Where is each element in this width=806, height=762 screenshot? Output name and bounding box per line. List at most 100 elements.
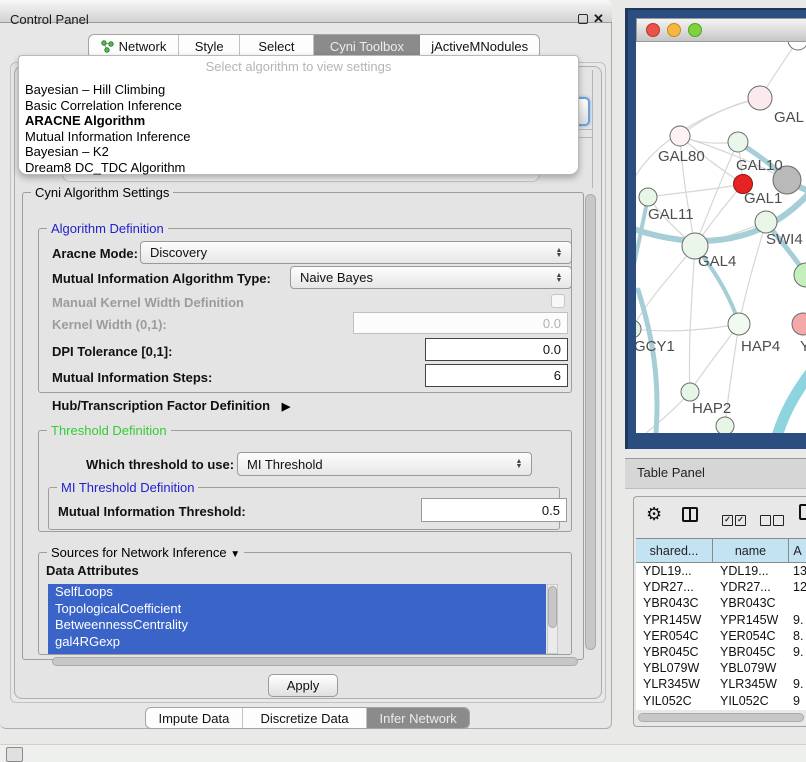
list-item[interactable]: TopologicalCoefficient (48, 601, 546, 618)
table-cell[interactable]: YBR045C (713, 644, 789, 660)
node-bright-green[interactable] (794, 263, 806, 287)
node-partial-top[interactable] (788, 42, 806, 50)
node-partial-bottom[interactable] (716, 417, 734, 433)
table-cell[interactable] (789, 595, 806, 611)
zoom-traffic-light-icon[interactable] (688, 23, 702, 37)
table-cell[interactable]: 9. (789, 676, 806, 692)
aracne-mode-combo[interactable]: Discovery ▲▼ (140, 241, 572, 264)
table-cell[interactable]: YDL19... (713, 563, 789, 579)
table-cell[interactable]: YIL052C (636, 693, 713, 709)
dropdown-item[interactable]: Dream8 DC_TDC Algorithm (23, 160, 573, 176)
sources-title-label: Sources for Network Inference (51, 545, 227, 560)
dropdown-item[interactable]: Basic Correlation Inference (23, 98, 573, 114)
column-header-name[interactable]: name (713, 538, 789, 563)
apply-button[interactable]: Apply (268, 674, 338, 697)
node-label: GAL (774, 109, 804, 126)
tab-impute-data[interactable]: Impute Data (146, 708, 243, 728)
network-icon (101, 40, 114, 53)
combo-spinner-icon: ▲▼ (511, 459, 531, 469)
sources-title[interactable]: Sources for Network Inference ▼ (47, 545, 244, 560)
settings-vertical-scrollbar[interactable] (585, 194, 596, 650)
network-graph: GAL GAL80 GAL10 GAL1 GAL11 SWI4 GAL4 GCY… (636, 42, 806, 433)
node-pink[interactable] (748, 86, 772, 110)
table-cell[interactable]: 12 (789, 579, 806, 595)
node-gal10[interactable] (728, 132, 748, 152)
control-panel-titlebar (0, 0, 612, 23)
dropdown-item[interactable]: Bayesian – K2 (23, 144, 573, 160)
node-salmon[interactable] (792, 313, 806, 335)
node-hap4[interactable] (728, 313, 750, 335)
table-cell[interactable]: YER054C (713, 628, 789, 644)
close-window-icon[interactable]: ✕ (593, 11, 604, 27)
network-canvas[interactable]: GAL GAL80 GAL10 GAL1 GAL11 SWI4 GAL4 GCY… (636, 42, 806, 433)
tab-network-label: Network (119, 39, 167, 54)
table-cell[interactable]: 13 (789, 563, 806, 579)
table-cell[interactable]: YIL052C (713, 693, 789, 709)
dropdown-item[interactable]: Bayesian – Hill Climbing (23, 82, 573, 98)
table-cell[interactable]: YLR345W (636, 676, 713, 692)
mi-threshold-input[interactable]: 0.5 (421, 498, 567, 522)
table-cell[interactable]: YPR145W (636, 612, 713, 628)
node-gal11[interactable] (639, 188, 657, 206)
table-cell[interactable]: 9. (789, 644, 806, 660)
node-swi4[interactable] (755, 211, 777, 233)
table-cell[interactable]: 9. (789, 612, 806, 628)
list-scrollbar-thumb[interactable] (548, 586, 557, 628)
deselect-all-checkboxes-icon[interactable] (760, 509, 784, 527)
node-hap2[interactable] (681, 383, 699, 401)
dpi-tolerance-value: 0.0 (543, 342, 561, 357)
tab-select-label: Select (258, 39, 294, 54)
tab-infer-network[interactable]: Infer Network (367, 708, 469, 728)
table-cell[interactable]: YBR043C (636, 595, 713, 611)
close-traffic-light-icon[interactable] (646, 23, 660, 37)
node-label: HAP4 (741, 338, 780, 355)
tab-discretize-data[interactable]: Discretize Data (243, 708, 367, 728)
mi-threshold-definition-title: MI Threshold Definition (57, 480, 198, 495)
manual-kernel-checkbox[interactable] (551, 294, 565, 308)
table-cell[interactable]: YDR27... (636, 579, 713, 595)
float-window-icon[interactable] (578, 14, 588, 24)
settings-horizontal-scrollbar[interactable] (52, 657, 578, 666)
column-header-partial[interactable]: A (789, 538, 806, 563)
mi-steps-input[interactable]: 6 (425, 364, 568, 387)
table-cell[interactable]: YBR043C (713, 595, 789, 611)
node-label: GCY1 (636, 338, 675, 355)
dropdown-item[interactable]: Mutual Information Inference (23, 129, 573, 145)
split-columns-icon[interactable] (682, 507, 698, 522)
list-item[interactable]: gal4RGexp (48, 634, 546, 651)
manual-kernel-label: Manual Kernel Width Definition (52, 295, 244, 310)
table-cell[interactable]: YBL079W (636, 660, 713, 676)
table-cell[interactable]: 8. (789, 628, 806, 644)
mi-algorithm-type-combo[interactable]: Naive Bayes ▲▼ (290, 266, 572, 289)
table-cell[interactable]: YPR145W (713, 612, 789, 628)
combo-spinner-icon: ▲▼ (551, 273, 571, 283)
minimize-traffic-light-icon[interactable] (667, 23, 681, 37)
gear-icon[interactable]: ⚙ (646, 504, 662, 525)
kernel-width-value: 0.0 (543, 316, 561, 331)
panel-grip-button[interactable] (6, 747, 23, 762)
table-cell[interactable]: YDR27... (713, 579, 789, 595)
hub-definition-expander[interactable]: Hub/Transcription Factor Definition ▶ (52, 398, 290, 413)
new-table-icon[interactable] (799, 504, 806, 520)
node-gal80[interactable] (670, 126, 690, 146)
table-horizontal-scrollbar[interactable] (638, 713, 804, 722)
list-item[interactable]: SelfLoops (48, 584, 546, 601)
node-label: GAL1 (744, 190, 782, 207)
table-cell[interactable]: YBL079W (713, 660, 789, 676)
dropdown-item-selected[interactable]: ARACNE Algorithm (23, 113, 573, 129)
table-cell[interactable]: 9 (789, 693, 806, 709)
select-all-checkboxes-icon[interactable]: ✓✓ (722, 509, 746, 527)
kernel-width-input[interactable]: 0.0 (353, 312, 568, 334)
which-threshold-combo[interactable]: MI Threshold ▲▼ (237, 452, 532, 476)
dpi-tolerance-input[interactable]: 0.0 (425, 338, 568, 361)
column-header-shared-name[interactable]: shared... (636, 538, 713, 563)
table-cell[interactable]: YDL19... (636, 563, 713, 579)
mi-steps-value: 6 (554, 368, 561, 383)
list-item[interactable]: BetweennessCentrality (48, 617, 546, 634)
table-cell[interactable]: YER054C (636, 628, 713, 644)
table-cell[interactable] (789, 660, 806, 676)
node-gcy1[interactable] (636, 320, 641, 338)
mi-algorithm-type-label: Mutual Information Algorithm Type: (52, 271, 271, 286)
table-cell[interactable]: YBR045C (636, 644, 713, 660)
table-cell[interactable]: YLR345W (713, 676, 789, 692)
